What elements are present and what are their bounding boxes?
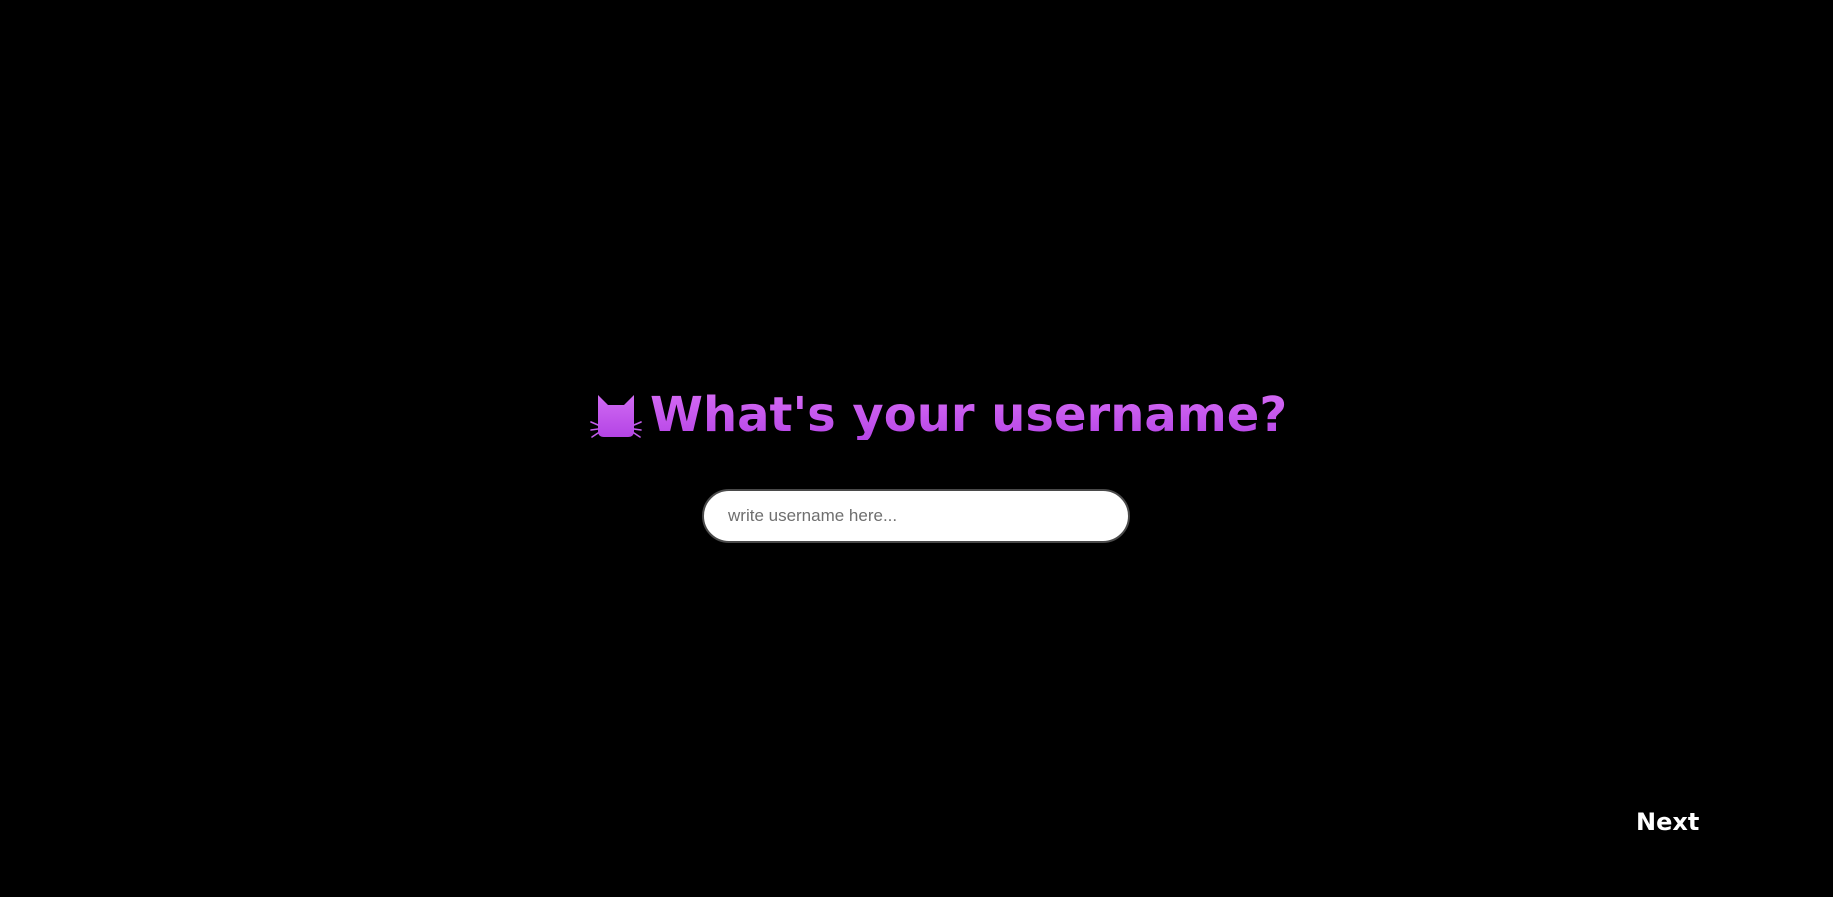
- next-button[interactable]: Next: [1636, 804, 1699, 840]
- heading-row: What's your username?: [590, 390, 1287, 440]
- username-input[interactable]: [702, 489, 1130, 543]
- page-title: What's your username?: [650, 387, 1288, 443]
- cat-face-icon: [590, 395, 642, 438]
